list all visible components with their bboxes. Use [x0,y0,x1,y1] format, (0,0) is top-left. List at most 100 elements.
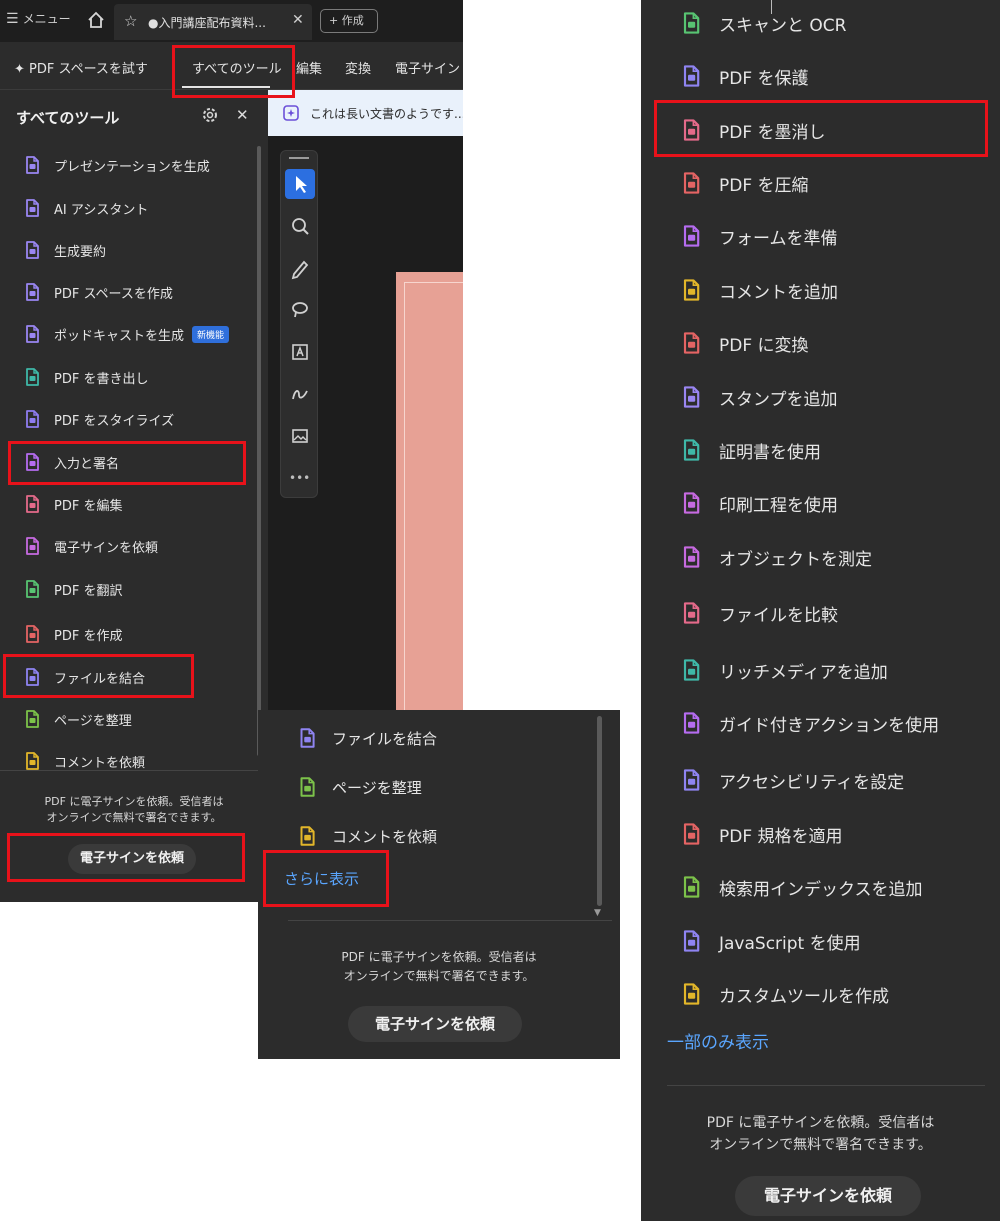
zoom-tool-button[interactable] [285,211,315,241]
combine-files-icon [22,667,42,687]
image-tool-button[interactable] [285,421,315,451]
signature-tool-button[interactable] [285,379,315,409]
fill-sign-icon [22,452,42,472]
tool-item[interactable]: 証明書を使用 [679,436,821,464]
close-tab-icon[interactable]: ✕ [292,12,304,28]
tab-convert[interactable]: 変換 [345,58,371,77]
combine-files-icon [296,727,318,749]
ai-sparkle-icon [283,105,299,121]
tool-item[interactable]: アクセシビリティを設定 [679,766,904,794]
tool-item[interactable]: PDF を編集 [22,492,122,516]
active-tab-indicator [182,86,270,88]
podcast-icon [22,324,42,344]
drag-handle[interactable] [289,157,309,159]
draw-tool-button[interactable] [285,253,315,283]
request-esign-button[interactable]: 電子サインを依頼 [735,1176,921,1216]
compare-files-icon [679,601,703,625]
request-comments-icon [22,751,42,771]
tool-item[interactable]: 電子サインを依頼 [22,534,158,558]
tool-item[interactable]: コメントを追加 [679,276,838,304]
tool-label: スタンプを追加 [719,389,838,410]
tool-item[interactable]: コメントを依頼 [296,824,437,848]
tool-item[interactable]: 生成要約 [22,238,106,262]
summary-icon [22,240,42,260]
stylize-icon [22,409,42,429]
close-icon[interactable]: ✕ [236,106,249,124]
esign-promo-text: PDF に電子サインを依頼。受信者は オンラインで無料で署名できます。 [258,948,620,986]
tool-item[interactable]: 入力と署名 [22,450,119,474]
tool-item[interactable]: スタンプを追加 [679,383,838,411]
tool-item[interactable]: 印刷工程を使用 [679,489,838,517]
tool-label: ページを整理 [332,778,422,797]
tool-label: アクセシビリティを設定 [719,772,905,793]
tool-item[interactable]: AI アシスタント [22,196,148,220]
select-tool-button[interactable] [285,169,315,199]
tool-item[interactable]: PDF を翻訳 [22,577,122,601]
scrollbar[interactable] [597,716,602,906]
tool-item[interactable]: カスタムツールを作成 [679,980,889,1008]
tool-label: ファイルを結合 [332,729,438,748]
tool-item[interactable]: 検索用インデックスを追加 [679,873,923,901]
show-more-link[interactable]: さらに表示 [284,868,359,889]
gear-icon[interactable] [201,106,219,124]
show-less-link[interactable]: 一部のみ表示 [667,1028,769,1053]
organize-pages-icon [22,709,42,729]
home-icon[interactable] [86,10,106,30]
translate-icon [22,579,42,599]
long-document-notice[interactable]: これは長い文書のようです... [268,90,463,136]
tool-item[interactable]: ファイルを比較 [679,599,838,627]
more-tools-icon[interactable]: ••• [289,471,310,485]
pdf-space-try-button[interactable]: ✦ PDF スペースを試す [14,58,148,77]
scrollbar[interactable] [257,146,261,756]
tool-label: コメントを依頼 [332,827,438,846]
request-esign-icon [22,536,42,556]
tab-esign[interactable]: 電子サイン [395,58,460,77]
create-button[interactable]: + 作成 [320,9,378,33]
request-esign-button[interactable]: 電子サインを依頼 [68,844,196,874]
tool-item[interactable]: ページを整理 [296,775,422,799]
tool-label: PDF を編集 [54,498,123,514]
tool-item[interactable]: PDF を作成 [22,622,122,646]
rich-media-icon [679,658,703,682]
tool-item[interactable]: PDF を圧縮 [679,169,809,197]
lasso-tool-button[interactable] [285,295,315,325]
tool-label: PDF スペースを作成 [54,286,173,302]
tool-item[interactable]: オブジェクトを測定 [679,543,872,571]
tool-item[interactable]: PDF を墨消し [679,116,826,144]
star-icon[interactable]: ☆ [124,12,137,30]
tool-item[interactable]: PDF をスタイライズ [22,407,174,431]
tool-item[interactable]: JavaScript を使用 [679,927,861,955]
tool-item[interactable]: PDF 規格を適用 [679,820,843,848]
tool-label: PDF 規格を適用 [719,826,843,847]
search-index-icon [679,875,703,899]
tool-item[interactable]: リッチメディアを追加 [679,656,888,684]
tab-all-tools[interactable]: すべてのツール [192,58,282,77]
promo-line: オンラインで無料で署名できます。 [709,1137,932,1153]
document-tab[interactable]: ☆ ●入門講座配布資料... ✕ [114,4,312,40]
custom-tool-icon [679,982,703,1006]
tool-item[interactable]: PDF を保護 [679,62,809,90]
tool-label: ファイルを比較 [719,605,838,626]
tool-item[interactable]: PDF に変換 [679,329,809,357]
accessibility-icon [679,768,703,792]
tool-item[interactable]: PDF を書き出し [22,365,148,389]
request-esign-button[interactable]: 電子サインを依頼 [348,1006,522,1042]
tool-item[interactable]: ファイルを結合 [296,726,437,750]
tool-label: 検索用インデックスを追加 [719,879,923,900]
tool-item[interactable]: PDF スペースを作成 [22,280,173,304]
tools-list-expanded: スキャンと OCR PDF を保護 PDF を墨消し PDF を圧縮フォームを準備 コメ… [641,0,1000,1221]
convert-pdf-icon [679,331,703,355]
tool-item[interactable]: ポッドキャストを生成 新機能 [22,322,230,346]
tool-item[interactable]: フォームを準備 [679,222,838,250]
tool-item[interactable]: プレゼンテーションを生成 [22,153,210,177]
tool-item[interactable]: ページを整理 [22,707,132,731]
tool-item[interactable]: ガイド付きアクションを使用 [679,709,939,737]
menu-button[interactable]: ☰ メニュー [6,10,71,27]
tab-edit[interactable]: 編集 [296,58,322,77]
tools-popup: ▼ ファイルを結合 ページを整理 コメントを依頼 さらに表示 PDF に電子サインを… [258,710,620,1059]
tool-item[interactable]: スキャンと OCR [679,9,846,37]
text-tool-button[interactable] [285,337,315,367]
tool-item[interactable]: ファイルを結合 [22,665,145,689]
scroll-down-icon[interactable]: ▼ [594,908,601,918]
tool-label: コメントを依頼 [54,755,146,771]
